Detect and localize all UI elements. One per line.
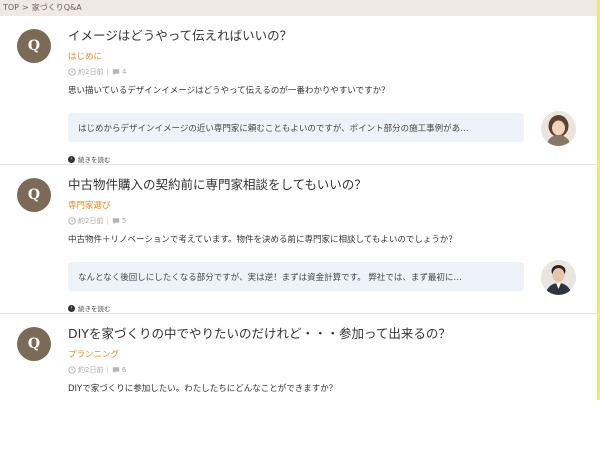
comment-count: 6: [121, 366, 127, 374]
breadcrumb-separator: >: [22, 3, 29, 12]
question-date: 約2日前: [78, 217, 104, 225]
breadcrumb: TOP > 家づくりQ&A: [0, 0, 597, 16]
clock-icon: [68, 68, 76, 76]
question-meta: 約2日前 | 5: [68, 216, 126, 226]
breadcrumb-current: 家づくりQ&A: [31, 3, 82, 12]
question-date: 約2日前: [78, 366, 104, 374]
comment-count: 4: [121, 68, 127, 76]
answer-text: はじめからデザインイメージの近い専門家に頼むこともよいのですが、ポイント部分の施…: [78, 123, 469, 134]
question-date: 約2日前: [78, 68, 104, 76]
comment-icon: [112, 367, 120, 374]
question-meta: 約2日前 | 4: [68, 67, 126, 77]
category-link[interactable]: はじめに: [68, 50, 102, 62]
expert-avatar[interactable]: [541, 260, 576, 295]
answer-text: なんとなく後回しにしたくなる部分ですが、実は逆！まずは資金計算です。 弊社では、…: [78, 272, 462, 283]
read-more-link[interactable]: › 続きを読む: [68, 154, 111, 164]
question-body: 思い描いているデザインイメージはどうやって伝えるのが一番わかりやすいですか？: [68, 86, 390, 96]
question-title-link[interactable]: イメージはどうやって伝えればいいの？: [68, 25, 292, 44]
category-link[interactable]: プランニング: [68, 348, 119, 360]
question-body: 中古物件＋リノベーションで考えています。物件を決める前に専門家に相談してもよいの…: [68, 235, 457, 245]
question-body: DIYで家づくりに参加したい。わたしたちにどんなことができますか？: [68, 384, 338, 394]
answer-preview[interactable]: なんとなく後回しにしたくなる部分ですが、実は逆！まずは資金計算です。 弊社では、…: [68, 262, 524, 291]
female-expert-avatar-icon: [541, 111, 576, 146]
breadcrumb-home-link[interactable]: TOP: [3, 3, 19, 12]
question-badge: Q: [17, 29, 51, 63]
read-more-link[interactable]: › 続きを読む: [68, 303, 111, 313]
read-more-label: 続きを読む: [78, 156, 111, 164]
read-more-label: 続きを読む: [78, 305, 111, 313]
qa-item: Q イメージはどうやって伝えればいいの？ はじめに 約2日前 | 4 思い描いて…: [0, 16, 597, 165]
question-badge: Q: [17, 327, 51, 361]
qa-item: Q DIYを家づくりの中でやりたいのだけれど・・・参加って出来るの？ プランニン…: [0, 314, 597, 462]
chevron-right-icon: ›: [68, 155, 75, 163]
answer-preview[interactable]: はじめからデザインイメージの近い専門家に頼むこともよいのですが、ポイント部分の施…: [68, 113, 524, 142]
comment-icon: [112, 69, 120, 76]
clock-icon: [68, 366, 76, 374]
question-title-link[interactable]: 中古物件購入の契約前に専門家相談をしてもいいの？: [68, 174, 367, 193]
question-title-link[interactable]: DIYを家づくりの中でやりたいのだけれど・・・参加って出来るの？: [68, 323, 451, 342]
question-meta: 約2日前 | 6: [68, 365, 126, 375]
expert-avatar[interactable]: [541, 111, 576, 146]
category-link[interactable]: 専門家選び: [68, 199, 111, 211]
male-expert-avatar-icon: [541, 260, 576, 295]
qa-item: Q 中古物件購入の契約前に専門家相談をしてもいいの？ 専門家選び 約2日前 | …: [0, 165, 597, 314]
chevron-right-icon: ›: [68, 304, 75, 312]
clock-icon: [68, 217, 76, 225]
comment-count: 5: [121, 217, 127, 225]
question-badge: Q: [17, 178, 51, 212]
comment-icon: [112, 218, 120, 225]
